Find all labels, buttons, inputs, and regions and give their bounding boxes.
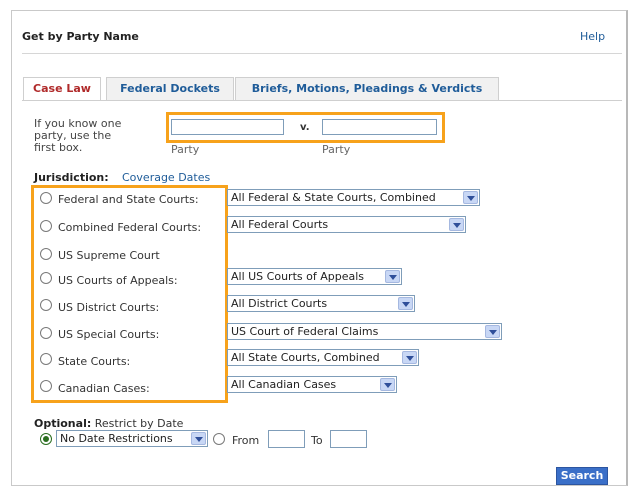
- select-us-appeals[interactable]: All US Courts of Appeals: [227, 268, 402, 285]
- from-date-input[interactable]: [268, 430, 305, 448]
- label-us-special: US Special Courts:: [58, 328, 160, 341]
- label-us-supreme: US Supreme Court: [58, 249, 160, 262]
- party1-label: Party: [171, 143, 200, 156]
- radio-federal-state[interactable]: [40, 192, 52, 204]
- radio-us-district[interactable]: [40, 299, 52, 311]
- select-us-special[interactable]: US Court of Federal Claims: [227, 323, 502, 340]
- jurisdiction-label: Jurisdiction:: [34, 171, 109, 184]
- label-combined-federal: Combined Federal Courts:: [58, 221, 202, 234]
- select-federal-state[interactable]: All Federal & State Courts, Combined: [227, 189, 480, 206]
- chevron-down-icon: [398, 297, 413, 310]
- chevron-down-icon: [191, 432, 206, 445]
- label-state-courts: State Courts:: [58, 355, 131, 368]
- divider: [22, 53, 622, 54]
- party2-label: Party: [322, 143, 351, 156]
- chevron-down-icon: [449, 218, 464, 231]
- radio-no-date-restrictions[interactable]: [40, 433, 52, 445]
- chevron-down-icon: [385, 270, 400, 283]
- coverage-dates-link[interactable]: Coverage Dates: [122, 171, 210, 184]
- party1-input[interactable]: [171, 119, 284, 135]
- to-date-input[interactable]: [330, 430, 367, 448]
- label-federal-state: Federal and State Courts:: [58, 193, 199, 206]
- tab-briefs-motions[interactable]: Briefs, Motions, Pleadings & Verdicts: [235, 77, 499, 101]
- to-label: To: [311, 434, 323, 447]
- optional-date-label: Optional: Restrict by Date: [34, 417, 184, 430]
- search-button[interactable]: Search: [556, 467, 608, 485]
- select-combined-federal[interactable]: All Federal Courts: [227, 216, 466, 233]
- chevron-down-icon: [463, 191, 478, 204]
- versus-label: v.: [300, 122, 310, 133]
- select-canadian[interactable]: All Canadian Cases: [227, 376, 397, 393]
- select-state-courts[interactable]: All State Courts, Combined: [227, 349, 419, 366]
- help-link[interactable]: Help: [580, 30, 605, 43]
- label-us-district: US District Courts:: [58, 301, 160, 314]
- radio-canadian[interactable]: [40, 380, 52, 392]
- radio-state-courts[interactable]: [40, 353, 52, 365]
- party2-input[interactable]: [322, 119, 437, 135]
- radio-us-supreme[interactable]: [40, 248, 52, 260]
- jurisdiction-highlight-box: [31, 185, 228, 403]
- party-hint: If you know one party, use the first box…: [34, 117, 122, 154]
- label-canadian: Canadian Cases:: [58, 382, 150, 395]
- radio-date-range[interactable]: [213, 433, 225, 445]
- form-title: Get by Party Name: [22, 30, 139, 43]
- chevron-down-icon: [485, 325, 500, 338]
- from-label: From: [232, 434, 260, 447]
- chevron-down-icon: [380, 378, 395, 391]
- tab-federal-dockets[interactable]: Federal Dockets: [106, 77, 234, 101]
- tab-underline: [22, 100, 622, 101]
- radio-combined-federal[interactable]: [40, 220, 52, 232]
- chevron-down-icon: [402, 351, 417, 364]
- label-us-appeals: US Courts of Appeals:: [58, 274, 178, 287]
- tab-case-law[interactable]: Case Law: [23, 77, 101, 101]
- select-date-restriction[interactable]: No Date Restrictions: [56, 430, 208, 447]
- select-us-district[interactable]: All District Courts: [227, 295, 415, 312]
- radio-us-appeals[interactable]: [40, 272, 52, 284]
- radio-us-special[interactable]: [40, 327, 52, 339]
